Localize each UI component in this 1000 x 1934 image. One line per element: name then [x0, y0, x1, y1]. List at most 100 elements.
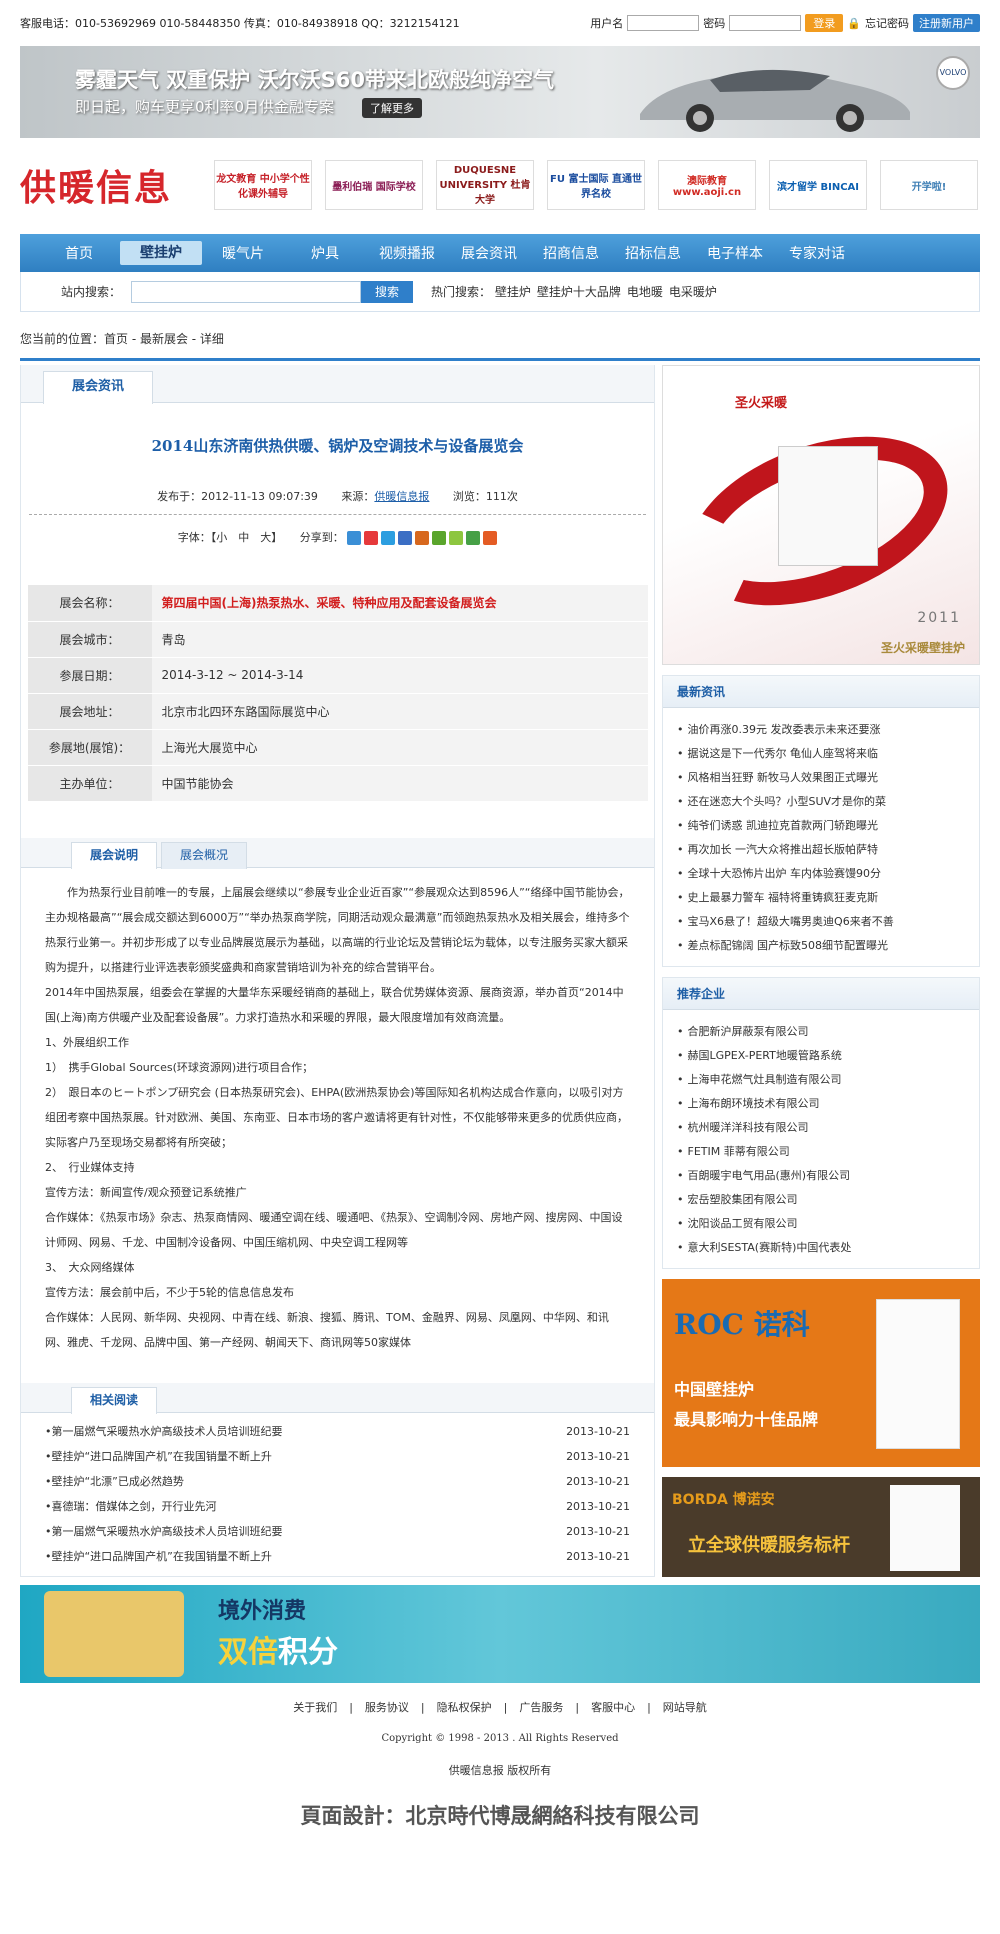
site-logo[interactable]: 供暖信息: [20, 159, 210, 211]
news-item[interactable]: 全球十大恐怖片出炉 车内体验赛馒90分: [677, 862, 965, 886]
news-item[interactable]: 还在迷恋大个头吗？小型SUV才是你的菜: [677, 790, 965, 814]
related-title[interactable]: •壁挂炉“进口品牌国产机”在我国销量不断上升: [45, 1444, 272, 1469]
partner-ad[interactable]: 墨利伯瑞 国际学校: [325, 160, 423, 210]
tab-exhibition-description[interactable]: 展会说明: [71, 841, 157, 869]
share-icon[interactable]: [432, 531, 447, 545]
recommended-item[interactable]: 百朗暖宇电气用品(惠州)有限公司: [677, 1164, 965, 1188]
footer-link[interactable]: 广告服务: [519, 1701, 563, 1714]
separator: |: [349, 1701, 353, 1714]
recommended-item[interactable]: FETIM 菲蒂有限公司: [677, 1140, 965, 1164]
nav-item[interactable]: 视频播报: [366, 243, 448, 263]
tab-exhibition-news[interactable]: 展会资讯: [43, 371, 153, 404]
borda-logo: BORDA 博诺安: [672, 1492, 775, 1508]
share-icon[interactable]: [483, 531, 498, 545]
related-item[interactable]: •喜德瑞：借媒体之剑，开行业先河 2013-10-21: [45, 1494, 630, 1519]
partner-ad[interactable]: DUQUESNE UNIVERSITY 杜肯大学: [436, 160, 534, 210]
recommended-item[interactable]: 赫国LGPEX-PERT地暖管路系统: [677, 1044, 965, 1068]
news-item[interactable]: 再次加长 一汽大众将推出超长版帕萨特: [677, 838, 965, 862]
news-item[interactable]: 据说这是下一代秀尔 龟仙人座驾将来临: [677, 742, 965, 766]
related-title[interactable]: •壁挂炉“进口品牌国产机”在我国销量不断上升: [45, 1544, 272, 1569]
banner-more-button[interactable]: 了解更多: [362, 98, 422, 118]
bottom-ad-banner[interactable]: 境外消费 双倍积分: [20, 1585, 980, 1683]
partner-ad[interactable]: 澳际教育 www.aoji.cn: [658, 160, 756, 210]
related-item[interactable]: •壁挂炉“进口品牌国产机”在我国销量不断上升 2013-10-21: [45, 1544, 630, 1569]
password-input[interactable]: [729, 15, 802, 31]
news-item[interactable]: 纯爷们诱惑 凯迪拉克首款两门轿跑曝光: [677, 814, 965, 838]
nav-item[interactable]: 首页: [38, 243, 120, 263]
related-title[interactable]: •壁挂炉“北漂”已成必然趋势: [45, 1469, 184, 1494]
recommended-item[interactable]: 意大利SESTA(赛斯特)中国代表处: [677, 1236, 965, 1260]
nav-item[interactable]: 招商信息: [530, 243, 612, 263]
top-bar: 客服电话：010-53692969 010-58448350 传真：010-84…: [20, 0, 980, 46]
footer-link[interactable]: 隐私权保护: [437, 1701, 492, 1714]
bottom-banner-points: 积分: [278, 1635, 338, 1670]
boiler-ad[interactable]: 圣火采暖 2011 圣火采暖壁挂炉: [662, 365, 980, 665]
footer-link[interactable]: 客服中心: [591, 1701, 635, 1714]
tab-related-reading[interactable]: 相关阅读: [71, 1386, 157, 1414]
recommended-item[interactable]: 沈阳谈品工贸有限公司: [677, 1212, 965, 1236]
related-item[interactable]: •第一届燃气采暖热水炉高级技术人员培训班纪要 2013-10-21: [45, 1419, 630, 1444]
top-ad-banner[interactable]: 雾霾天气 双重保护 沃尔沃S60带来北欧般纯净空气 即日起，购车更享0利率0月供…: [20, 46, 980, 138]
share-icon[interactable]: [466, 531, 481, 545]
related-item[interactable]: •壁挂炉“进口品牌国产机”在我国销量不断上升 2013-10-21: [45, 1444, 630, 1469]
latest-news-list: 油价再涨0.39元 发改委表示未来还要涨据说这是下一代秀尔 龟仙人座驾将来临风格…: [663, 708, 979, 966]
recommended-item[interactable]: 杭州暖洋洋科技有限公司: [677, 1116, 965, 1140]
nav-item[interactable]: 壁挂炉: [120, 241, 202, 265]
news-item[interactable]: 油价再涨0.39元 发改委表示未来还要涨: [677, 718, 965, 742]
news-item[interactable]: 史上最暴力警车 福特将重铸疯狂麦克斯: [677, 886, 965, 910]
hot-search-link[interactable]: 壁挂炉: [495, 285, 531, 299]
hot-search-link[interactable]: 壁挂炉十大品牌: [537, 285, 621, 299]
username-input[interactable]: [627, 15, 700, 31]
body-paragraph: 2） 跟日本のヒートポンプ研究会 (日本热泵研究会)、EHPA(欧洲热泵协会)等…: [45, 1085, 628, 1149]
recommended-item[interactable]: 上海布朗环境技术有限公司: [677, 1092, 965, 1116]
news-item[interactable]: 宝马X6悬了！超级大嘴男奥迪Q6来者不善: [677, 910, 965, 934]
tab-exhibition-overview[interactable]: 展会概况: [161, 841, 247, 869]
hot-search-link[interactable]: 电地暖: [627, 285, 663, 299]
font-size-switch[interactable]: 字体：【小 中 大】: [178, 531, 283, 544]
design-credit: 頁面設計：北京時代博晟網絡科技有限公司: [300, 1804, 700, 1828]
nav-item[interactable]: 炉具: [284, 243, 366, 263]
share-icon[interactable]: [398, 531, 413, 545]
recommended-item[interactable]: 合肥新沪屏蔽泵有限公司: [677, 1020, 965, 1044]
related-title[interactable]: •第一届燃气采暖热水炉高级技术人员培训班纪要: [45, 1419, 283, 1444]
nav-item[interactable]: 专家对话: [776, 243, 858, 263]
recommended-item[interactable]: 宏岳塑胶集团有限公司: [677, 1188, 965, 1212]
footer-link[interactable]: 网站导航: [663, 1701, 707, 1714]
info-row: 主办单位： 中国节能协会: [27, 765, 648, 802]
share-icon[interactable]: [364, 531, 379, 545]
banner-headline: 雾霾天气 双重保护 沃尔沃S60带来北欧般纯净空气: [75, 68, 554, 92]
share-icon[interactable]: [347, 531, 362, 545]
related-title[interactable]: •喜德瑞：借媒体之剑，开行业先河: [45, 1494, 217, 1519]
partner-ad[interactable]: FU 富士国际 直通世界名校: [547, 160, 645, 210]
search-label: 站内搜索：: [61, 285, 122, 299]
related-item[interactable]: •第一届燃气采暖热水炉高级技术人员培训班纪要 2013-10-21: [45, 1519, 630, 1544]
separator: |: [575, 1701, 580, 1714]
footer-link[interactable]: 关于我们: [293, 1701, 337, 1714]
recommended-item[interactable]: 上海申花燃气灶具制造有限公司: [677, 1068, 965, 1092]
news-item[interactable]: 风格相当狂野 新牧马人效果图正式曝光: [677, 766, 965, 790]
register-button[interactable]: 注册新用户: [913, 14, 980, 32]
share-icon[interactable]: [381, 531, 396, 545]
footer-link[interactable]: 服务协议: [365, 1701, 409, 1714]
partner-ad[interactable]: 滨才留学 BINCAI: [769, 160, 867, 210]
search-bar: 站内搜索： 搜索 热门搜索： 壁挂炉 壁挂炉十大品牌 电地暖 电采暖炉: [20, 272, 980, 312]
search-input[interactable]: [131, 280, 362, 303]
nav-item[interactable]: 电子样本: [694, 243, 776, 263]
login-button[interactable]: 登录: [805, 14, 844, 32]
nav-item[interactable]: 招标信息: [612, 243, 694, 263]
search-button[interactable]: 搜索: [361, 280, 414, 303]
share-icon[interactable]: [449, 531, 464, 545]
nav-item[interactable]: 暖气片: [202, 243, 284, 263]
forgot-password-link[interactable]: 忘记密码: [865, 15, 909, 31]
hot-search-link[interactable]: 电采暖炉: [669, 285, 717, 299]
share-icon[interactable]: [415, 531, 430, 545]
partner-ad[interactable]: 龙文教育 中小学个性化课外辅导: [214, 160, 312, 210]
related-item[interactable]: •壁挂炉“北漂”已成必然趋势 2013-10-21: [45, 1469, 630, 1494]
news-item[interactable]: 差点标配锦阔 国产标致508细节配置曝光: [677, 934, 965, 958]
partner-ad[interactable]: 开学啦!: [880, 160, 978, 210]
roc-ad[interactable]: ROC 诺科 中国壁挂炉 最具影响力十佳品牌: [662, 1279, 980, 1467]
source-link[interactable]: 供暖信息报: [374, 490, 429, 503]
related-title[interactable]: •第一届燃气采暖热水炉高级技术人员培训班纪要: [45, 1519, 283, 1544]
nav-item[interactable]: 展会资讯: [448, 243, 530, 263]
borda-ad[interactable]: BORDA 博诺安 立全球供暖服务标杆: [662, 1477, 980, 1577]
